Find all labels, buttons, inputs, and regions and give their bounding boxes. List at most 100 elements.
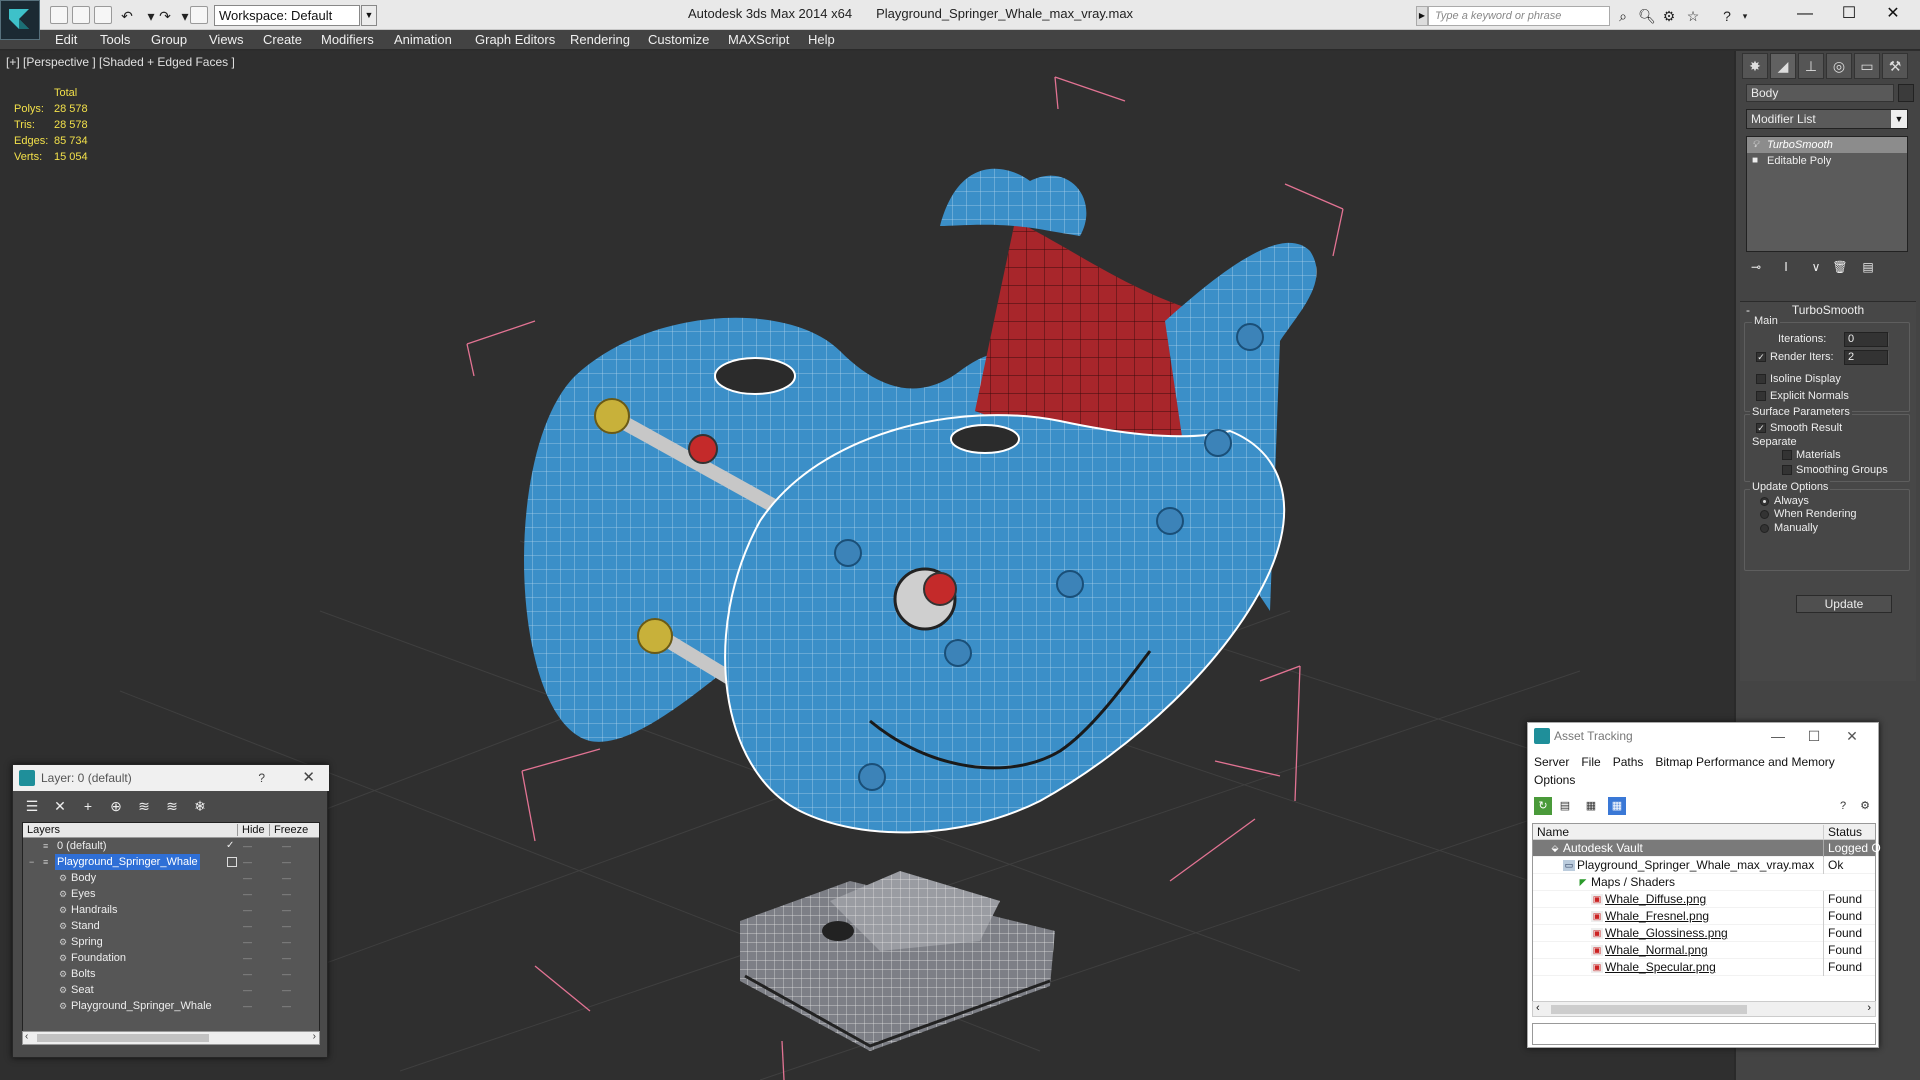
search-input[interactable]: Type a keyword or phrase <box>1428 6 1610 26</box>
horizontal-scrollbar[interactable]: ‹ › <box>1532 1001 1876 1017</box>
smoothing-groups-checkbox[interactable] <box>1782 465 1792 475</box>
scroll-left-icon[interactable]: ‹ <box>1536 1002 1540 1014</box>
render-iters-checkbox[interactable]: ✓ <box>1756 352 1766 362</box>
binoculars-icon[interactable]: ⌕ <box>1614 7 1632 25</box>
help-icon[interactable]: ? <box>1718 7 1736 25</box>
hide-toggle[interactable]: — <box>243 902 252 918</box>
modifier-stack[interactable]: 💡︎ TurboSmooth ■ Editable Poly <box>1746 136 1908 252</box>
layer-row[interactable]: ⚙ Foundation — — <box>23 950 319 966</box>
materials-checkbox[interactable] <box>1782 450 1792 460</box>
menu-server[interactable]: Server <box>1534 755 1569 769</box>
lightbulb-icon[interactable]: 💡︎ <box>1752 139 1761 150</box>
layer-row[interactable]: ⚙ Seat — — <box>23 982 319 998</box>
scroll-thumb[interactable] <box>1551 1005 1747 1014</box>
freeze-toggle[interactable]: — <box>282 838 291 854</box>
hide-layers-icon[interactable]: ≋ <box>161 795 183 817</box>
col-freeze[interactable]: Freeze <box>269 824 308 836</box>
select-objects-icon[interactable]: ⊕ <box>105 795 127 817</box>
save-file-icon[interactable] <box>94 6 112 24</box>
freeze-toggle[interactable]: — <box>282 886 291 902</box>
close-button[interactable]: ✕ <box>302 765 315 791</box>
hierarchy-tab-icon[interactable]: ⊥ <box>1798 53 1824 79</box>
search-icon[interactable]: 🔍︎ <box>1638 7 1656 25</box>
modify-tab-icon[interactable]: ◢ <box>1770 53 1796 79</box>
col-hide[interactable]: Hide <box>237 824 265 836</box>
smooth-result-checkbox[interactable]: ✓ <box>1756 423 1766 433</box>
hide-toggle[interactable]: — <box>243 934 252 950</box>
open-file-icon[interactable] <box>72 6 90 24</box>
menu-edit[interactable]: Edit <box>55 32 77 47</box>
freeze-toggle[interactable]: — <box>282 902 291 918</box>
viewport-label[interactable]: [+] [Perspective ] [Shaded + Edged Faces… <box>6 55 235 69</box>
chevron-down-icon[interactable]: ▼ <box>361 5 377 26</box>
modifier-list-dropdown[interactable]: Modifier List ▼ <box>1746 109 1908 129</box>
hide-toggle[interactable]: — <box>243 950 252 966</box>
layer-panel-title-bar[interactable]: Layer: 0 (default) ? ✕ <box>13 765 329 791</box>
scroll-left-icon[interactable]: ‹ <box>25 1031 28 1042</box>
remove-modifier-icon[interactable]: 🗑︎ <box>1830 257 1850 277</box>
pin-stack-icon[interactable]: ⊸ <box>1746 257 1766 277</box>
help-dropdown-icon[interactable]: ▾ <box>1736 7 1754 25</box>
menu-bitmap-performance[interactable]: Bitmap Performance and Memory <box>1655 755 1834 769</box>
asset-row[interactable]: ▣ Whale_Specular.png Found <box>1533 959 1875 976</box>
refresh-icon[interactable]: ↻ <box>1534 797 1552 815</box>
highlight-layer-icon[interactable]: ≋ <box>133 795 155 817</box>
menu-help[interactable]: Help <box>808 32 835 47</box>
explicit-normals-checkbox[interactable] <box>1756 391 1766 401</box>
freeze-toggle[interactable]: — <box>282 934 291 950</box>
configure-sets-icon[interactable]: ▤ <box>1858 257 1878 277</box>
layer-row[interactable]: ⚙ Stand — — <box>23 918 319 934</box>
maximize-button[interactable]: ☐ <box>1794 723 1834 749</box>
menu-graph-editors[interactable]: Graph Editors <box>475 32 555 47</box>
menu-file[interactable]: File <box>1581 755 1600 769</box>
asset-row[interactable]: ⬙ Autodesk Vault Logged O <box>1533 840 1881 857</box>
hide-toggle[interactable]: — <box>243 982 252 998</box>
delete-layer-icon[interactable]: ✕ <box>49 795 71 817</box>
when-rendering-radio[interactable] <box>1760 510 1769 519</box>
table-view-icon[interactable]: ▦ <box>1582 797 1600 815</box>
freeze-toggle[interactable]: — <box>282 950 291 966</box>
col-layers[interactable]: Layers <box>27 824 60 836</box>
render-iters-spinner[interactable]: 2 <box>1844 350 1889 365</box>
help-button[interactable]: ? <box>258 765 265 791</box>
layer-row[interactable]: ≡ 0 (default) ✓ — — <box>23 838 319 854</box>
freeze-toggle[interactable]: — <box>282 854 291 870</box>
menu-customize[interactable]: Customize <box>648 32 709 47</box>
hide-toggle[interactable]: — <box>243 870 252 886</box>
app-logo-icon[interactable] <box>0 0 40 40</box>
freeze-toggle[interactable]: — <box>282 918 291 934</box>
layer-list[interactable]: Layers Hide Freeze ≡ 0 (default) ✓ — — − ≡ Pla… <box>22 822 320 1043</box>
freeze-toggle[interactable]: — <box>282 982 291 998</box>
hide-toggle[interactable]: — <box>243 918 252 934</box>
create-tab-icon[interactable]: ✸ <box>1742 53 1768 79</box>
layer-row[interactable]: ⚙ Eyes — — <box>23 886 319 902</box>
asset-row[interactable]: ▣ Whale_Glossiness.png Found <box>1533 925 1875 942</box>
freeze-toggle[interactable]: — <box>282 870 291 886</box>
freeze-toggle[interactable]: — <box>282 966 291 982</box>
asset-list[interactable]: Name Status ⬙ Autodesk Vault Logged O ▭ Pla… <box>1532 823 1881 1011</box>
search-expand-icon[interactable]: ▶ <box>1416 6 1428 26</box>
list-view-icon[interactable]: ▤ <box>1556 797 1574 815</box>
menu-views[interactable]: Views <box>209 32 243 47</box>
project-folder-icon[interactable] <box>190 6 208 24</box>
asset-row[interactable]: ▣ Whale_Normal.png Found <box>1533 942 1875 959</box>
horizontal-scrollbar[interactable]: ‹ › <box>22 1031 320 1045</box>
menu-rendering[interactable]: Rendering <box>570 32 630 47</box>
asset-path-field[interactable] <box>1532 1023 1876 1045</box>
hide-toggle[interactable]: — <box>243 966 252 982</box>
asset-row[interactable]: ▣ Whale_Diffuse.png Found <box>1533 891 1875 908</box>
menu-maxscript[interactable]: MAXScript <box>728 32 789 47</box>
menu-paths[interactable]: Paths <box>1613 755 1644 769</box>
stack-item-turbosmooth[interactable]: 💡︎ TurboSmooth <box>1747 137 1907 153</box>
layer-row[interactable]: ⚙ Spring — — <box>23 934 319 950</box>
menu-create[interactable]: Create <box>263 32 302 47</box>
object-name-field[interactable]: Body <box>1746 84 1894 102</box>
asset-row[interactable]: ▣ Whale_Fresnel.png Found <box>1533 908 1875 925</box>
hide-toggle[interactable]: — <box>243 886 252 902</box>
menu-options[interactable]: Options <box>1534 773 1575 787</box>
object-color-swatch[interactable] <box>1898 84 1914 102</box>
new-file-icon[interactable] <box>50 6 68 24</box>
freeze-layers-icon[interactable]: ❄ <box>189 795 211 817</box>
grid-view-icon[interactable]: ▦ <box>1608 797 1626 815</box>
display-tab-icon[interactable]: ▭ <box>1854 53 1880 79</box>
